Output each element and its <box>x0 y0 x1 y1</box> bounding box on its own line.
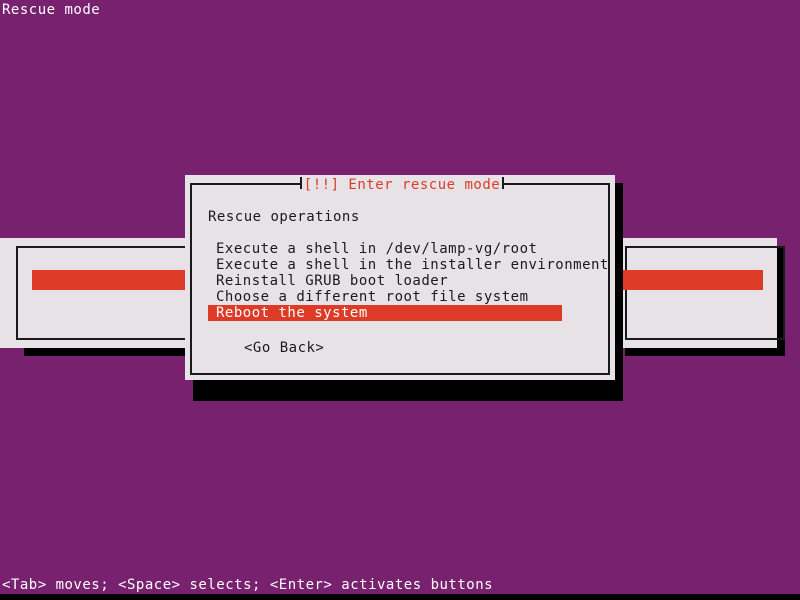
dialog-title: [!!] Enter rescue mode <box>303 177 501 193</box>
bottom-black-strip <box>0 594 800 600</box>
left-background-dialog <box>0 238 192 348</box>
rescue-operations-menu[interactable]: Execute a shell in /dev/lamp-vg/root Exe… <box>208 241 610 321</box>
menu-item-execute-shell-installer[interactable]: Execute a shell in the installer environ… <box>208 257 608 273</box>
left-background-dialog-frame <box>16 246 192 340</box>
right-background-dialog <box>617 238 785 348</box>
dialog-button-row: <Go Back> <box>208 337 610 356</box>
installer-screen: Rescue mode Rescue operations Execute a … <box>0 0 800 600</box>
enter-rescue-mode-dialog: Rescue operations Execute a shell in /de… <box>185 175 615 380</box>
menu-item-choose-root-fs[interactable]: Choose a different root file system <box>208 289 562 305</box>
right-background-dialog-frame <box>625 246 785 340</box>
right-background-progress-bar <box>617 270 763 290</box>
menu-item-reboot-system[interactable]: Reboot the system <box>208 305 562 321</box>
menu-item-reinstall-grub[interactable]: Reinstall GRUB boot loader <box>208 273 562 289</box>
left-background-progress-bar <box>32 270 190 290</box>
main-dialog-body: Rescue operations Execute a shell in /de… <box>190 183 610 375</box>
rescue-operations-label: Rescue operations <box>208 209 360 225</box>
go-back-button[interactable]: <Go Back> <box>244 340 324 356</box>
bottom-status-bar: <Tab> moves; <Space> selects; <Enter> ac… <box>2 577 494 593</box>
menu-item-execute-shell-root[interactable]: Execute a shell in /dev/lamp-vg/root <box>208 241 562 257</box>
top-status-bar: Rescue mode <box>2 2 101 18</box>
